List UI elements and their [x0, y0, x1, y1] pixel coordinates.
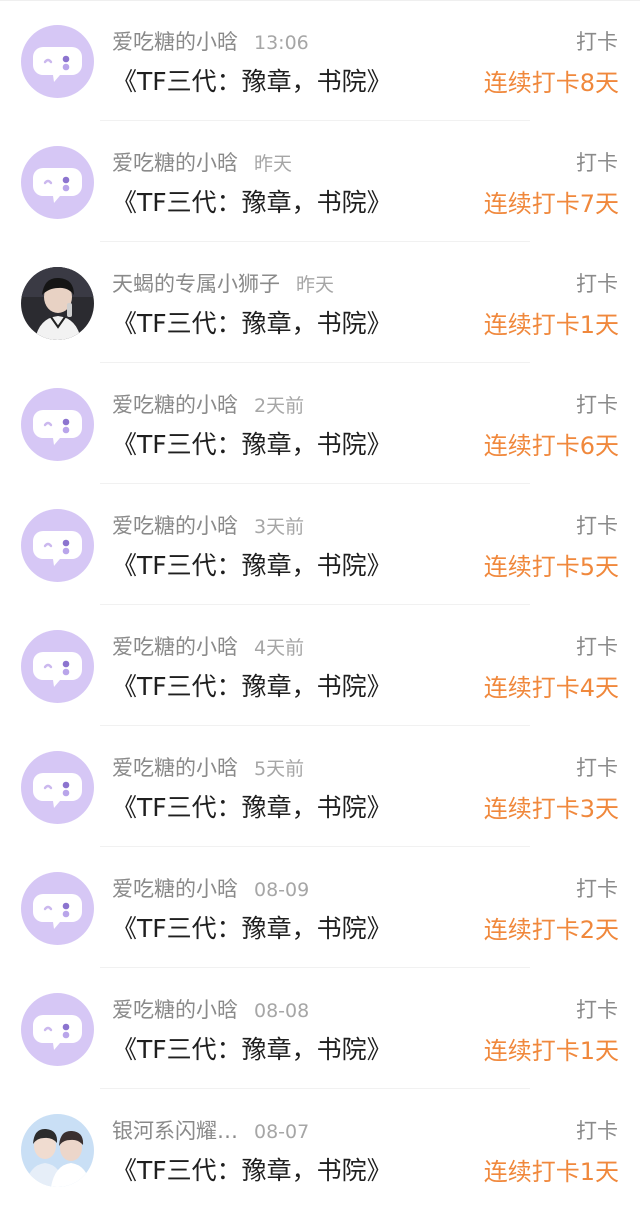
user-name-row: 爱吃糖的小晗 4天前: [112, 632, 304, 663]
chat-bubble-icon: [21, 25, 94, 98]
post-time: 08-08: [254, 1000, 310, 1022]
avatar[interactable]: [21, 267, 94, 340]
avatar[interactable]: [21, 751, 94, 824]
avatar[interactable]: [21, 388, 94, 461]
user-name-row: 爱吃糖的小晗 3天前: [112, 511, 304, 542]
book-title[interactable]: 《TF三代：豫章，书院》: [112, 911, 392, 947]
streak-label: 连续打卡3天: [483, 795, 619, 823]
checkin-tag: 打卡: [576, 756, 618, 780]
list-item[interactable]: 银河系闪耀… 08-07 《TF三代：豫章，书院》 打卡 连续打卡1天: [0, 1089, 640, 1210]
streak-label: 连续打卡4天: [483, 674, 619, 702]
book-title[interactable]: 《TF三代：豫章，书院》: [112, 1032, 392, 1068]
streak-label: 连续打卡8天: [483, 69, 619, 97]
chat-bubble-icon: [21, 146, 94, 219]
checkin-tag: 打卡: [576, 393, 618, 417]
user-name[interactable]: 爱吃糖的小晗: [112, 877, 238, 901]
list-item[interactable]: 爱吃糖的小晗 08-09 《TF三代：豫章，书院》 打卡 连续打卡2天: [0, 847, 640, 968]
avatar[interactable]: [21, 872, 94, 945]
checkin-tag: 打卡: [576, 151, 618, 175]
avatar[interactable]: [21, 993, 94, 1066]
user-name-row: 爱吃糖的小晗 5天前: [112, 753, 304, 784]
checkin-tag: 打卡: [576, 30, 618, 54]
streak-label: 连续打卡5天: [483, 553, 619, 581]
checkin-tag: 打卡: [576, 1119, 618, 1143]
user-name[interactable]: 爱吃糖的小晗: [112, 151, 238, 175]
avatar[interactable]: [21, 1114, 94, 1187]
post-time: 昨天: [296, 274, 335, 296]
user-name[interactable]: 银河系闪耀…: [112, 1119, 238, 1143]
streak-label: 连续打卡1天: [483, 1158, 619, 1186]
user-name[interactable]: 爱吃糖的小晗: [112, 30, 238, 54]
list-item[interactable]: 天蝎的专属小狮子 昨天 《TF三代：豫章，书院》 打卡 连续打卡1天: [0, 242, 640, 363]
post-time: 5天前: [254, 758, 305, 780]
book-title[interactable]: 《TF三代：豫章，书院》: [112, 790, 392, 826]
streak-label: 连续打卡1天: [483, 1037, 619, 1065]
user-name-row: 爱吃糖的小晗 13:06: [112, 27, 309, 58]
list-item[interactable]: 爱吃糖的小晗 08-08 《TF三代：豫章，书院》 打卡 连续打卡1天: [0, 968, 640, 1089]
user-name[interactable]: 爱吃糖的小晗: [112, 635, 238, 659]
avatar[interactable]: [21, 146, 94, 219]
post-time: 昨天: [254, 153, 293, 175]
book-title[interactable]: 《TF三代：豫章，书院》: [112, 64, 392, 100]
user-name-row: 天蝎的专属小狮子 昨天: [112, 269, 334, 300]
checkin-tag: 打卡: [576, 635, 618, 659]
duo-photo-icon: [21, 1114, 94, 1187]
book-title[interactable]: 《TF三代：豫章，书院》: [112, 548, 392, 584]
chat-bubble-icon: [21, 993, 94, 1066]
book-title[interactable]: 《TF三代：豫章，书院》: [112, 185, 392, 221]
user-name-row: 爱吃糖的小晗 08-08: [112, 995, 309, 1026]
avatar[interactable]: [21, 630, 94, 703]
list-item[interactable]: 爱吃糖的小晗 3天前 《TF三代：豫章，书院》 打卡 连续打卡5天: [0, 484, 640, 605]
streak-label: 连续打卡6天: [483, 432, 619, 460]
list-item[interactable]: 爱吃糖的小晗 昨天 《TF三代：豫章，书院》 打卡 连续打卡7天: [0, 121, 640, 242]
checkin-tag: 打卡: [576, 998, 618, 1022]
chat-bubble-icon: [21, 872, 94, 945]
streak-label: 连续打卡1天: [483, 311, 619, 339]
person-photo-icon: [21, 267, 94, 340]
post-time: 08-07: [254, 1121, 310, 1143]
checkin-tag: 打卡: [576, 514, 618, 538]
user-name[interactable]: 天蝎的专属小狮子: [112, 272, 280, 296]
user-name[interactable]: 爱吃糖的小晗: [112, 998, 238, 1022]
user-name-row: 银河系闪耀… 08-07: [112, 1116, 309, 1147]
checkin-tag: 打卡: [576, 272, 618, 296]
list-item[interactable]: 爱吃糖的小晗 4天前 《TF三代：豫章，书院》 打卡 连续打卡4天: [0, 605, 640, 726]
post-time: 3天前: [254, 516, 305, 538]
streak-label: 连续打卡7天: [483, 190, 619, 218]
checkin-list: 爱吃糖的小晗 13:06 《TF三代：豫章，书院》 打卡 连续打卡8天 爱吃糖的小…: [0, 0, 640, 1210]
post-time: 08-09: [254, 879, 310, 901]
chat-bubble-icon: [21, 388, 94, 461]
chat-bubble-icon: [21, 509, 94, 582]
checkin-tag: 打卡: [576, 877, 618, 901]
user-name-row: 爱吃糖的小晗 昨天: [112, 148, 292, 179]
streak-label: 连续打卡2天: [483, 916, 619, 944]
user-name[interactable]: 爱吃糖的小晗: [112, 514, 238, 538]
post-time: 4天前: [254, 637, 305, 659]
chat-bubble-icon: [21, 751, 94, 824]
post-time: 2天前: [254, 395, 305, 417]
book-title[interactable]: 《TF三代：豫章，书院》: [112, 306, 392, 342]
user-name-row: 爱吃糖的小晗 08-09: [112, 874, 309, 905]
list-item[interactable]: 爱吃糖的小晗 5天前 《TF三代：豫章，书院》 打卡 连续打卡3天: [0, 726, 640, 847]
user-name-row: 爱吃糖的小晗 2天前: [112, 390, 304, 421]
list-item[interactable]: 爱吃糖的小晗 13:06 《TF三代：豫章，书院》 打卡 连续打卡8天: [0, 0, 640, 121]
book-title[interactable]: 《TF三代：豫章，书院》: [112, 1153, 392, 1189]
list-item[interactable]: 爱吃糖的小晗 2天前 《TF三代：豫章，书院》 打卡 连续打卡6天: [0, 363, 640, 484]
user-name[interactable]: 爱吃糖的小晗: [112, 756, 238, 780]
chat-bubble-icon: [21, 630, 94, 703]
avatar[interactable]: [21, 509, 94, 582]
avatar[interactable]: [21, 25, 94, 98]
book-title[interactable]: 《TF三代：豫章，书院》: [112, 427, 392, 463]
user-name[interactable]: 爱吃糖的小晗: [112, 393, 238, 417]
post-time: 13:06: [254, 32, 309, 54]
book-title[interactable]: 《TF三代：豫章，书院》: [112, 669, 392, 705]
